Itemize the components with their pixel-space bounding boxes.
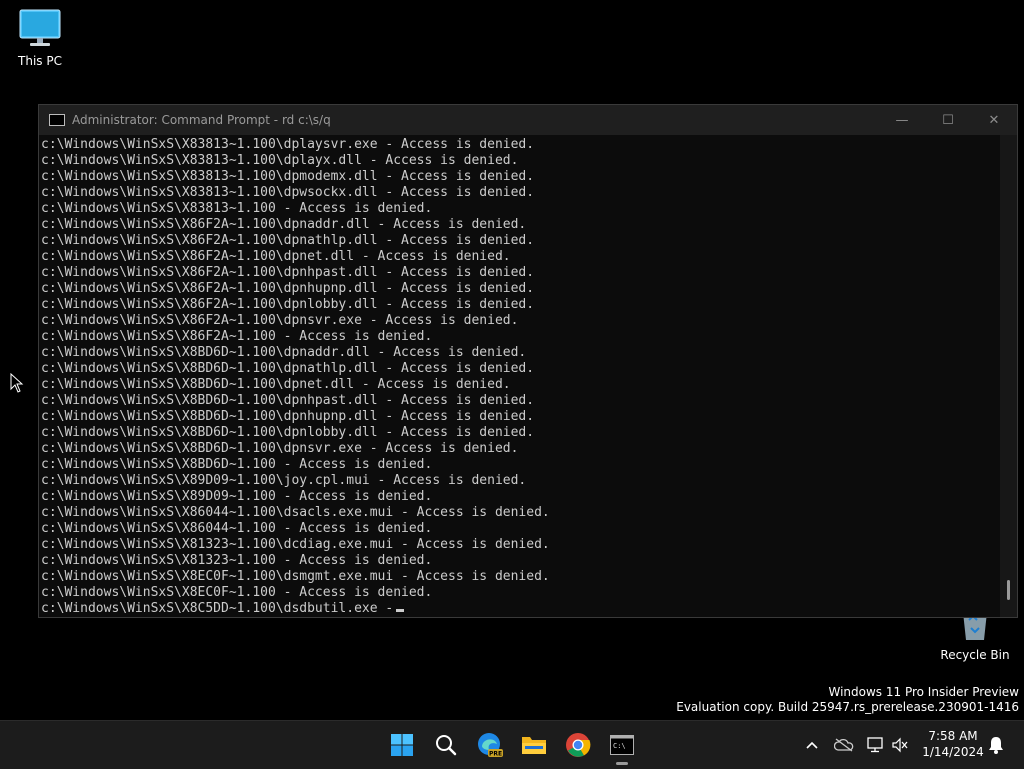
text-cursor — [396, 609, 405, 612]
cmd-icon-text: C:\ — [613, 742, 626, 750]
taskbar: PRE C:\ 7:58 AM 1/14/2024 — [0, 720, 1024, 769]
command-prompt-window[interactable]: Administrator: Command Prompt - rd c:\s/… — [38, 104, 1018, 618]
file-explorer-icon — [522, 737, 546, 754]
command-prompt-taskbar-button[interactable]: C:\ — [606, 729, 638, 765]
console-output[interactable]: c:\Windows\WinSxS\X83813~1.100\dplaysvr.… — [41, 137, 999, 615]
console-line: c:\Windows\WinSxS\X8BD6D~1.100\dpnsvr.ex… — [41, 441, 519, 456]
clock-date: 1/14/2024 — [922, 745, 984, 759]
console-line: c:\Windows\WinSxS\X8BD6D~1.100\dpnhpast.… — [41, 393, 535, 408]
console-line: c:\Windows\WinSxS\X83813~1.100 - Access … — [41, 201, 433, 216]
running-indicator — [616, 762, 628, 765]
search-button[interactable] — [430, 729, 462, 761]
console-line: c:\Windows\WinSxS\X81323~1.100 - Access … — [41, 553, 433, 568]
watermark-edition: Windows 11 Pro Insider Preview — [828, 685, 1019, 699]
recycle-bin-label: Recycle Bin — [940, 648, 1010, 662]
start-button[interactable] — [386, 729, 418, 761]
scrollbar-thumb[interactable] — [1007, 580, 1010, 600]
console-line: c:\Windows\WinSxS\X89D09~1.100 - Access … — [41, 489, 433, 504]
maximize-button[interactable]: ☐ — [925, 105, 971, 135]
console-line: c:\Windows\WinSxS\X83813~1.100\dpmodemx.… — [41, 169, 535, 184]
window-titlebar[interactable]: Administrator: Command Prompt - rd c:\s/… — [39, 105, 1017, 135]
cloud-offline-icon — [834, 738, 854, 752]
evaluation-watermark: Windows 11 Pro Insider Preview Evaluatio… — [676, 685, 1019, 715]
console-line: c:\Windows\WinSxS\X86F2A~1.100\dpnhupnp.… — [41, 281, 535, 296]
chevron-up-icon — [806, 741, 818, 749]
chrome-icon — [566, 733, 591, 757]
search-icon — [436, 735, 457, 756]
edge-badge-text: PRE — [489, 751, 502, 758]
console-line: c:\Windows\WinSxS\X8EC0F~1.100\dsmgmt.ex… — [41, 569, 550, 584]
show-hidden-icons-button[interactable] — [802, 735, 822, 755]
console-line: c:\Windows\WinSxS\X83813~1.100\dplaysvr.… — [41, 137, 535, 152]
console-line: c:\Windows\WinSxS\X89D09~1.100\joy.cpl.m… — [41, 473, 527, 488]
close-button[interactable]: ✕ — [971, 105, 1017, 135]
bell-icon — [989, 737, 1003, 754]
this-pc-label: This PC — [18, 54, 62, 68]
watermark-build: Evaluation copy. Build 25947.rs_prerelea… — [676, 700, 1019, 714]
console-line: c:\Windows\WinSxS\X8BD6D~1.100 - Access … — [41, 457, 433, 472]
console-line: c:\Windows\WinSxS\X8C5DD~1.100\dsdbutil.… — [41, 601, 999, 615]
console-line: c:\Windows\WinSxS\X8BD6D~1.100\dpnet.dll… — [41, 377, 511, 392]
notifications-button[interactable] — [986, 735, 1006, 755]
console-line: c:\Windows\WinSxS\X86F2A~1.100\dpnaddr.d… — [41, 217, 527, 232]
console-line: c:\Windows\WinSxS\X83813~1.100\dpwsockx.… — [41, 185, 535, 200]
command-prompt-icon: C:\ — [610, 735, 634, 755]
console-line: c:\Windows\WinSxS\X8BD6D~1.100\dpnlobby.… — [41, 425, 535, 440]
console-line: c:\Windows\WinSxS\X86044~1.100\dsacls.ex… — [41, 505, 550, 520]
this-pc-desktop-icon[interactable]: This PC — [0, 8, 80, 68]
network-icon — [867, 737, 883, 753]
network-tray-button[interactable] — [866, 735, 886, 755]
vertical-scrollbar[interactable] — [1000, 135, 1017, 617]
windows-start-icon — [391, 734, 413, 756]
monitor-icon — [19, 9, 61, 46]
chrome-button[interactable] — [562, 729, 594, 761]
volume-muted-icon — [892, 737, 908, 753]
console-line: c:\Windows\WinSxS\X86F2A~1.100\dpnsvr.ex… — [41, 313, 519, 328]
console-line: c:\Windows\WinSxS\X86F2A~1.100\dpnet.dll… — [41, 249, 511, 264]
console-line: c:\Windows\WinSxS\X86044~1.100 - Access … — [41, 521, 433, 536]
minimize-button[interactable]: — — [879, 105, 925, 135]
volume-tray-button[interactable] — [890, 735, 910, 755]
mouse-pointer-icon — [10, 373, 24, 393]
console-line: c:\Windows\WinSxS\X86F2A~1.100\dpnathlp.… — [41, 233, 535, 248]
clock-time: 7:58 AM — [928, 729, 978, 743]
taskbar-clock[interactable]: 7:58 AM 1/14/2024 — [918, 728, 988, 760]
console-line: c:\Windows\WinSxS\X86F2A~1.100 - Access … — [41, 329, 433, 344]
console-line: c:\Windows\WinSxS\X8BD6D~1.100\dpnaddr.d… — [41, 345, 527, 360]
window-title: Administrator: Command Prompt - rd c:\s/… — [72, 113, 331, 127]
edge-beta-button[interactable]: PRE — [474, 729, 506, 761]
console-line: c:\Windows\WinSxS\X86F2A~1.100\dpnlobby.… — [41, 297, 535, 312]
console-line: c:\Windows\WinSxS\X86F2A~1.100\dpnhpast.… — [41, 265, 535, 280]
console-line: c:\Windows\WinSxS\X8BD6D~1.100\dpnathlp.… — [41, 361, 535, 376]
console-line: c:\Windows\WinSxS\X8BD6D~1.100\dpnhupnp.… — [41, 409, 535, 424]
console-line: c:\Windows\WinSxS\X81323~1.100\dcdiag.ex… — [41, 537, 550, 552]
console-line: c:\Windows\WinSxS\X8EC0F~1.100 - Access … — [41, 585, 433, 600]
edge-beta-icon: PRE — [478, 733, 503, 758]
file-explorer-button[interactable] — [518, 729, 550, 761]
command-prompt-app-icon — [49, 114, 65, 126]
console-line: c:\Windows\WinSxS\X83813~1.100\dplayx.dl… — [41, 153, 519, 168]
onedrive-tray-button[interactable] — [834, 735, 854, 755]
